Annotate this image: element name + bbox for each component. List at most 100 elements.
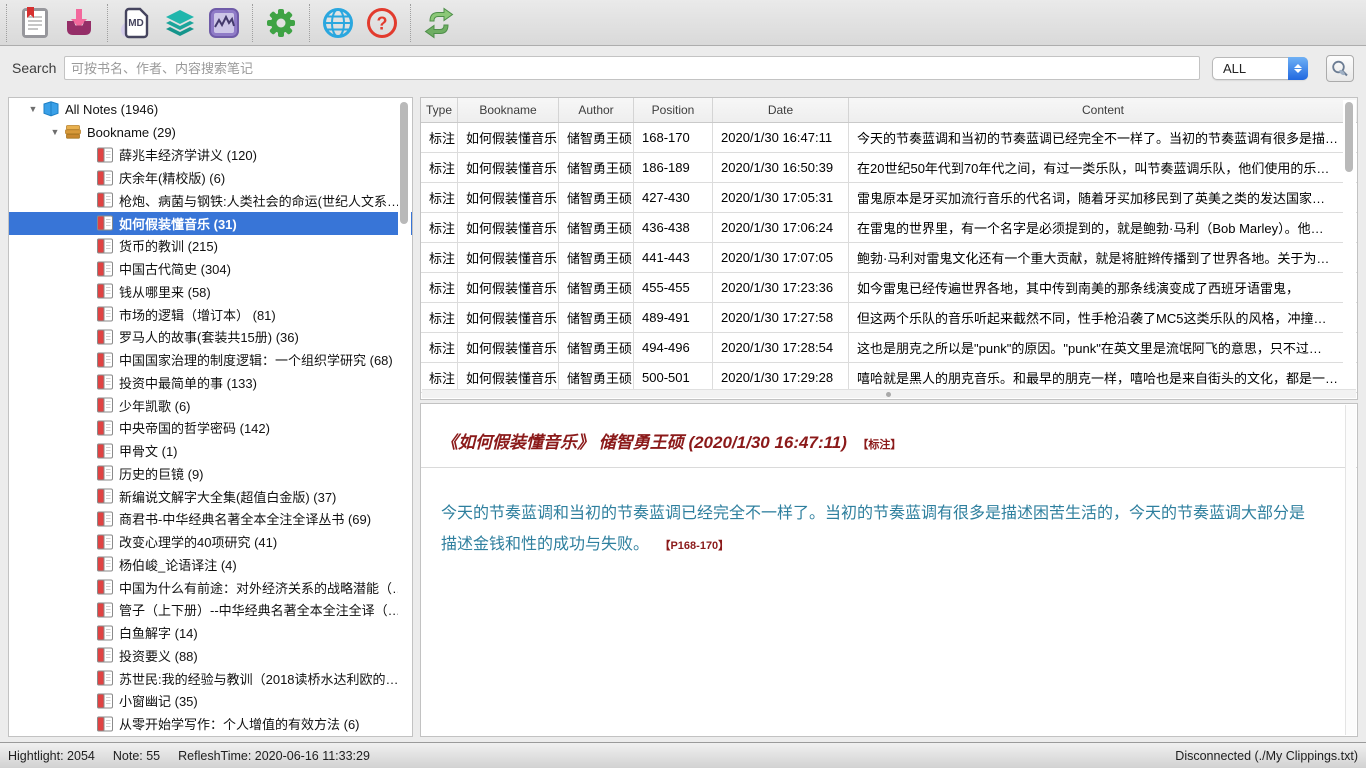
pane-splitter-handle[interactable]	[886, 392, 891, 397]
table-scrollbar-track[interactable]	[1343, 100, 1356, 389]
book-icon	[96, 261, 114, 277]
tree-item-book[interactable]: 钱从哪里来 (58)	[9, 280, 412, 303]
table-scrollbar-thumb[interactable]	[1345, 102, 1353, 172]
tree-item-book[interactable]: 中央帝国的哲学密码 (142)	[9, 417, 412, 440]
statistics-icon	[208, 7, 240, 39]
toolbar-separator	[6, 4, 7, 42]
tree-label: All Notes (1946)	[65, 102, 158, 117]
cell-date: 2020/1/30 17:06:24	[713, 213, 849, 242]
book-icon	[96, 511, 114, 527]
markdown-export-button[interactable]: MD	[120, 7, 152, 39]
book-label: 新编说文解字大全集(超值白金版) (37)	[119, 487, 336, 506]
tree-item-book[interactable]: 历史的巨镜 (9)	[9, 462, 412, 485]
table-row[interactable]: 标注 如何假装懂音乐 储智勇王硕 436-438 2020/1/30 17:06…	[421, 213, 1357, 243]
tree-item-book[interactable]: 投资中最简单的事 (133)	[9, 371, 412, 394]
status-highlight-count: Hightlight: 2054	[8, 749, 95, 763]
column-header-type[interactable]: Type	[421, 98, 458, 122]
cell-type: 标注	[421, 243, 458, 272]
cell-content: 如今雷鬼已经传遍世界各地，其中传到南美的那条线演变成了西班牙语雷鬼，	[849, 273, 1357, 302]
note-body: 今天的节奏蓝调和当初的节奏蓝调已经完全不一样了。当初的节奏蓝调有很多是描述困苦生…	[421, 468, 1357, 562]
book-label: 小窗幽记 (35)	[119, 691, 198, 710]
disclosure-triangle[interactable]: ▼	[27, 104, 39, 114]
tree-item-book[interactable]: 枪炮、病菌与钢铁:人类社会的命运(世纪人文系…	[9, 189, 412, 212]
sync-icon	[423, 7, 455, 39]
tree-item-bookname[interactable]: ▼ Bookname (29)	[9, 121, 412, 144]
toolbar: MD	[0, 0, 1366, 46]
table-row[interactable]: 标注 如何假装懂音乐 储智勇王硕 494-496 2020/1/30 17:28…	[421, 333, 1357, 363]
column-header-bookname[interactable]: Bookname	[458, 98, 559, 122]
tree-item-book[interactable]: 甲骨文 (1)	[9, 439, 412, 462]
tree-item-book[interactable]: 薛兆丰经济学讲义 (120)	[9, 144, 412, 167]
book-icon	[96, 170, 114, 186]
book-label: 改变心理学的40项研究 (41)	[119, 532, 277, 551]
sidebar-scrollbar-thumb[interactable]	[400, 102, 408, 224]
sync-button[interactable]	[423, 7, 455, 39]
import-icon	[63, 7, 95, 39]
search-input[interactable]	[64, 56, 1200, 80]
tree-item-all-notes[interactable]: ▼ All Notes (1946)	[9, 98, 412, 121]
search-scope-dropdown[interactable]: ALL	[1212, 57, 1308, 80]
cell-content: 在20世纪50年代到70年代之间，有过一类乐队，叫节奏蓝调乐队，他们使用的乐…	[849, 153, 1357, 182]
import-button[interactable]	[63, 7, 95, 39]
column-header-content[interactable]: Content	[849, 98, 1357, 122]
tree-item-book[interactable]: 白鱼解字 (14)	[9, 621, 412, 644]
book-icon	[96, 374, 114, 390]
tree-item-book[interactable]: 改变心理学的40项研究 (41)	[9, 530, 412, 553]
tree-item-book[interactable]: 管子（上下册）--中华经典名著全本全注全译（…	[9, 599, 412, 622]
tree-item-book[interactable]: 商君书-中华经典名著全本全注全译丛书 (69)	[9, 508, 412, 531]
book-label: 甲骨文 (1)	[119, 441, 178, 460]
table-row[interactable]: 标注 如何假装懂音乐 储智勇王硕 441-443 2020/1/30 17:07…	[421, 243, 1357, 273]
cell-bookname: 如何假装懂音乐	[458, 303, 559, 332]
table-row[interactable]: 标注 如何假装懂音乐 储智勇王硕 427-430 2020/1/30 17:05…	[421, 183, 1357, 213]
help-button[interactable]: ?	[366, 7, 398, 39]
table-row[interactable]: 标注 如何假装懂音乐 储智勇王硕 489-491 2020/1/30 17:27…	[421, 303, 1357, 333]
detail-scrollbar-track[interactable]	[1345, 405, 1356, 735]
book-label: 管子（上下册）--中华经典名著全本全注全译（…	[119, 600, 401, 619]
table-row[interactable]: 标注 如何假装懂音乐 储智勇王硕 186-189 2020/1/30 16:50…	[421, 153, 1357, 183]
book-icon	[96, 625, 114, 641]
note-title: 《如何假装懂音乐》 储智勇王硕 (2020/1/30 16:47:11)	[441, 433, 847, 452]
tree-item-book[interactable]: 中国古代简史 (304)	[9, 257, 412, 280]
tree-item-book[interactable]: 苏世民:我的经验与教训（2018读桥水达利欧的…	[9, 667, 412, 690]
cell-type: 标注	[421, 213, 458, 242]
book-label: 枪炮、病菌与钢铁:人类社会的命运(世纪人文系…	[119, 191, 400, 210]
statistics-button[interactable]	[208, 7, 240, 39]
book-label: 中国国家治理的制度逻辑：一个组织学研究 (68)	[119, 350, 393, 369]
disclosure-triangle[interactable]: ▼	[49, 127, 61, 137]
settings-button[interactable]	[265, 7, 297, 39]
cell-type: 标注	[421, 303, 458, 332]
cell-bookname: 如何假装懂音乐	[458, 333, 559, 362]
sidebar-scrollbar-track[interactable]	[398, 99, 411, 735]
book-label: 杨伯峻_论语译注 (4)	[119, 555, 237, 574]
tree-item-book[interactable]: 中国国家治理的制度逻辑：一个组织学研究 (68)	[9, 348, 412, 371]
cell-content: 在雷鬼的世界里，有一个名字是必须提到的，就是鲍勃·马利（Bob Marley）。…	[849, 213, 1357, 242]
tree-item-book[interactable]: 罗马人的故事(套装共15册) (36)	[9, 326, 412, 349]
web-button[interactable]	[322, 7, 354, 39]
search-button[interactable]	[1326, 55, 1354, 82]
tree-item-book[interactable]: 如何假装懂音乐 (31)	[9, 212, 412, 235]
tree-item-book[interactable]: 投资要义 (88)	[9, 644, 412, 667]
tree-item-book[interactable]: 从零开始学写作：个人增值的有效方法 (6)	[9, 712, 412, 735]
layers-export-button[interactable]	[164, 7, 196, 39]
table-row[interactable]: 标注 如何假装懂音乐 储智勇王硕 455-455 2020/1/30 17:23…	[421, 273, 1357, 303]
book-label: 商君书-中华经典名著全本全注全译丛书 (69)	[119, 509, 371, 528]
tree-item-book[interactable]: 新编说文解字大全集(超值白金版) (37)	[9, 485, 412, 508]
book-list: 薛兆丰经济学讲义 (120) 庆余年(精校版) (6)	[9, 144, 412, 736]
cell-author: 储智勇王硕	[559, 333, 634, 362]
tree-item-book[interactable]: 杨伯峻_论语译注 (4)	[9, 553, 412, 576]
table-row[interactable]: 标注 如何假装懂音乐 储智勇王硕 168-170 2020/1/30 16:47…	[421, 123, 1357, 153]
tree-item-book[interactable]: 庆余年(精校版) (6)	[9, 166, 412, 189]
tree-item-book[interactable]: 中国为什么有前途：对外经济关系的战略潜能（…	[9, 576, 412, 599]
column-header-date[interactable]: Date	[713, 98, 849, 122]
tree-item-book[interactable]: 少年凯歌 (6)	[9, 394, 412, 417]
table-horizontal-scrollbar[interactable]	[422, 389, 1356, 398]
notes-button[interactable]	[19, 7, 51, 39]
book-label: 货币的教训 (215)	[119, 236, 218, 255]
book-icon	[96, 670, 114, 686]
column-header-position[interactable]: Position	[634, 98, 713, 122]
tree-item-book[interactable]: 市场的逻辑（增订本） (81)	[9, 303, 412, 326]
table-body: 标注 如何假装懂音乐 储智勇王硕 168-170 2020/1/30 16:47…	[421, 123, 1357, 393]
tree-item-book[interactable]: 小窗幽记 (35)	[9, 690, 412, 713]
tree-item-book[interactable]: 货币的教训 (215)	[9, 235, 412, 258]
column-header-author[interactable]: Author	[559, 98, 634, 122]
